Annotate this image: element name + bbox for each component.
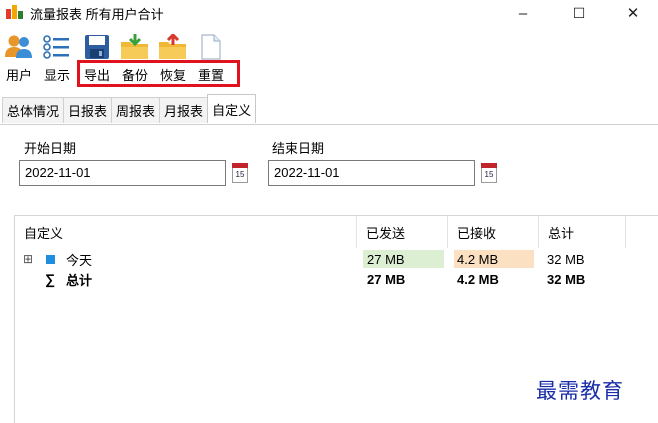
users-button[interactable]: 用户: [2, 28, 36, 86]
blue-square-icon: [46, 250, 55, 268]
sigma-icon: ∑: [45, 271, 55, 287]
close-button[interactable]: ✕: [610, 0, 656, 26]
toolbar-highlight-box: [77, 60, 240, 87]
column-header-sent[interactable]: 已发送: [357, 216, 448, 248]
end-date-field[interactable]: 2022-11-01: [268, 160, 475, 186]
column-header-total[interactable]: 总计: [539, 216, 626, 248]
start-date-label: 开始日期: [24, 141, 77, 156]
tab-weekly[interactable]: 周报表: [111, 97, 161, 123]
title-bar: 流量报表 所有用户合计 – ☐ ✕: [0, 0, 658, 26]
tab-custom[interactable]: 自定义: [207, 94, 257, 123]
users-icon: [4, 32, 34, 62]
start-date-field[interactable]: 2022-11-01: [19, 160, 226, 186]
expand-icon[interactable]: ⊞: [23, 250, 35, 268]
watermark-text: 最需教育: [536, 379, 624, 403]
column-header-name[interactable]: 自定义: [15, 216, 357, 248]
total-value: 32 MB: [547, 271, 586, 287]
display-button[interactable]: 显示: [40, 28, 74, 86]
maximize-button[interactable]: ☐: [556, 0, 602, 26]
tab-monthly[interactable]: 月报表: [159, 97, 209, 123]
table-row[interactable]: ⊞ 今天 27 MB 4.2 MB 32 MB: [15, 250, 658, 268]
chart-app-icon: [6, 3, 24, 19]
row-name: 总计: [66, 272, 93, 288]
minimize-button[interactable]: –: [500, 0, 546, 26]
total-value: 32 MB: [547, 251, 585, 267]
received-value: 4.2 MB: [454, 250, 534, 268]
tab-divider: [0, 124, 658, 125]
blank-document-icon: [196, 32, 226, 62]
sent-value: 27 MB: [363, 250, 444, 268]
received-value: 4.2 MB: [457, 271, 499, 287]
list-icon: [42, 32, 72, 62]
save-icon: [82, 32, 112, 62]
display-label: 显示: [43, 68, 70, 83]
end-calendar-icon[interactable]: 15: [481, 163, 497, 183]
report-tabs: 总体情况 日报表 周报表 月报表 自定义: [2, 94, 257, 124]
tab-overview[interactable]: 总体情况: [2, 97, 65, 123]
sent-value: 27 MB: [367, 271, 406, 287]
start-calendar-icon[interactable]: 15: [232, 163, 248, 183]
window-title: 流量报表 所有用户合计: [30, 7, 164, 22]
column-header-received[interactable]: 已接收: [448, 216, 539, 248]
users-label: 用户: [5, 68, 32, 83]
tab-daily[interactable]: 日报表: [63, 97, 113, 123]
folder-up-icon: [158, 32, 188, 62]
row-name: 今天: [66, 252, 93, 268]
end-date-label: 结束日期: [272, 141, 325, 156]
table-row[interactable]: ∑ 总计 27 MB 4.2 MB 32 MB: [15, 270, 658, 288]
folder-down-icon: [120, 32, 150, 62]
